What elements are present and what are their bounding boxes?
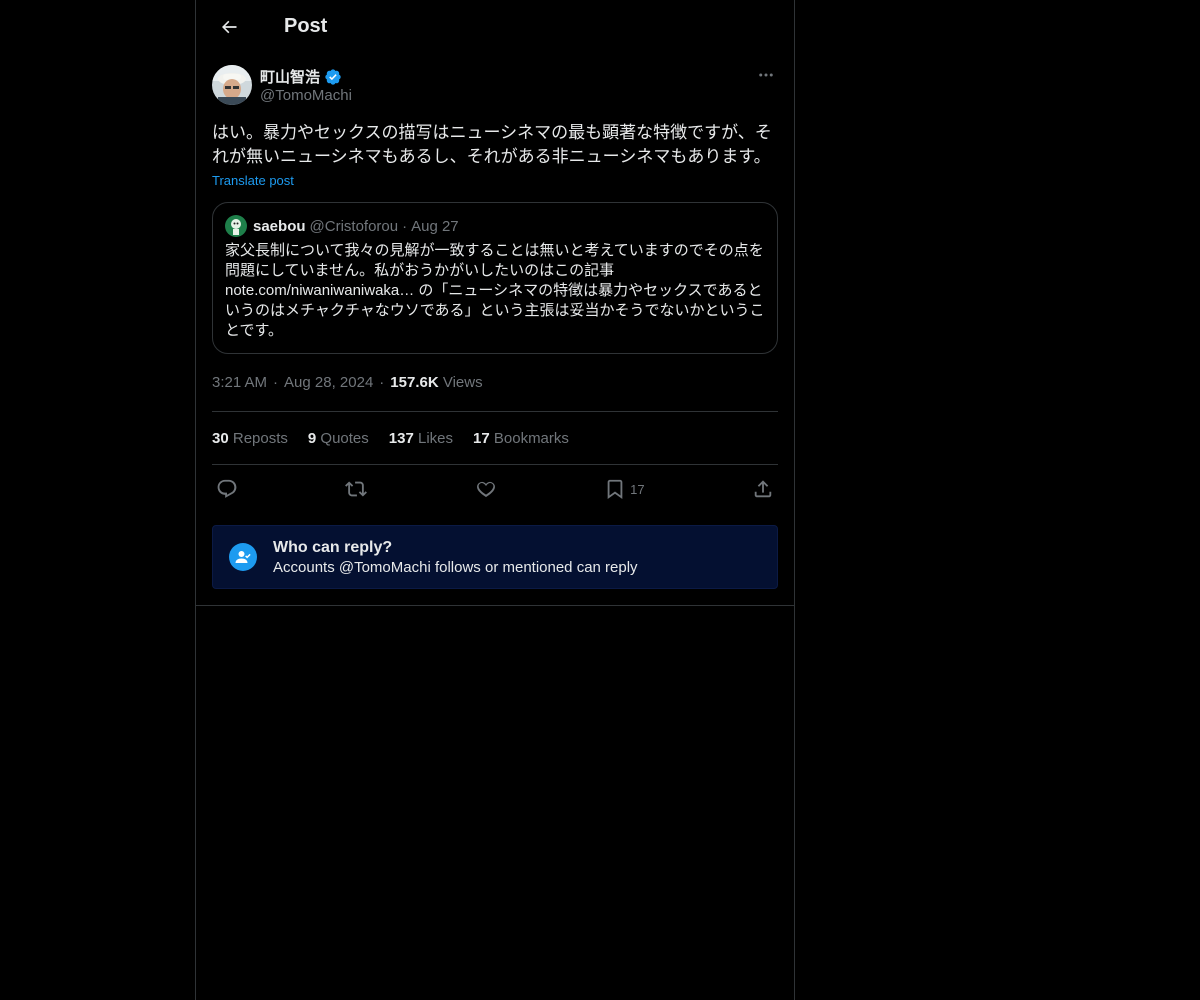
reply-restriction-notice: Who can reply? Accounts @TomoMachi follo…	[212, 525, 778, 589]
meta-separator: ·	[273, 374, 279, 391]
verified-badge-icon	[325, 68, 341, 85]
author-handle[interactable]: @TomoMachi	[260, 87, 352, 104]
views-count: 157.6K	[390, 374, 439, 391]
author-meta: 町山智浩 @TomoMachi	[260, 66, 352, 104]
quote-text: 家父長制について我々の見解が一致することは無いと考えていますのでその点を問題にし…	[225, 242, 765, 339]
share-icon	[754, 480, 772, 498]
reply-restriction-subtitle: Accounts @TomoMachi follows or mentioned…	[273, 558, 638, 576]
like-icon	[476, 481, 495, 498]
stat-likes[interactable]: 137 Likes	[389, 430, 453, 447]
bookmark-count: 17	[630, 481, 645, 497]
post: 町山智浩 @TomoMachi はい。暴力やセックスの描写はニューシネマの最も顕…	[196, 65, 794, 606]
stats-row: 30 Reposts 9 Quotes 137 Likes 17 Bookmar…	[212, 412, 778, 465]
views-label: Views	[442, 374, 483, 391]
author-row: 町山智浩 @TomoMachi	[212, 65, 778, 105]
repost-button[interactable]	[345, 478, 368, 500]
quote-avatar	[225, 215, 247, 237]
post-time[interactable]: 3:21 AM	[212, 374, 267, 391]
quoted-post[interactable]: saebou @Cristoforou · Aug 27 家父長制について我々の…	[212, 202, 778, 354]
more-icon	[759, 73, 773, 77]
reply-restriction-title: Who can reply?	[273, 538, 393, 556]
post-date[interactable]: Aug 28, 2024	[284, 374, 373, 391]
quote-header: saebou @Cristoforou · Aug 27	[225, 215, 765, 237]
bookmark-button[interactable]: 17	[604, 478, 645, 500]
avatar[interactable]	[212, 65, 252, 105]
post-meta: 3:21 AM · Aug 28, 2024 · 157.6K Views	[212, 370, 778, 412]
main-column: Post 町山智浩 @TomoMachi はい。暴力やセックスの描写はニューシネ…	[195, 0, 795, 1000]
person-check-icon	[229, 543, 257, 571]
quote-author-handle: @Cristoforou	[309, 217, 399, 235]
stat-quotes[interactable]: 9 Quotes	[308, 430, 369, 447]
actions-row: 17	[212, 465, 778, 513]
post-text: はい。暴力やセックスの描写はニューシネマの最も顕著な特徴ですが、それが無いニュー…	[212, 123, 772, 166]
like-button[interactable]	[475, 478, 497, 500]
stat-bookmarks[interactable]: 17 Bookmarks	[473, 430, 569, 447]
reply-icon	[217, 479, 237, 498]
header: Post	[196, 0, 794, 53]
quote-separator: ·	[402, 217, 408, 235]
bookmark-icon	[607, 479, 623, 500]
translate-link[interactable]: Translate post	[212, 173, 294, 188]
meta-separator: ·	[379, 374, 385, 391]
share-button[interactable]	[752, 478, 774, 500]
repost-icon	[345, 481, 368, 497]
reply-button[interactable]	[216, 478, 238, 500]
quote-author-name: saebou	[253, 217, 306, 235]
quote-date: Aug 27	[411, 217, 459, 235]
page-title: Post	[284, 15, 328, 37]
back-arrow-icon	[222, 20, 237, 33]
stat-reposts[interactable]: 30 Reposts	[212, 430, 288, 447]
back-button[interactable]	[212, 10, 246, 44]
more-button[interactable]	[754, 65, 778, 85]
author-name[interactable]: 町山智浩	[260, 66, 320, 87]
